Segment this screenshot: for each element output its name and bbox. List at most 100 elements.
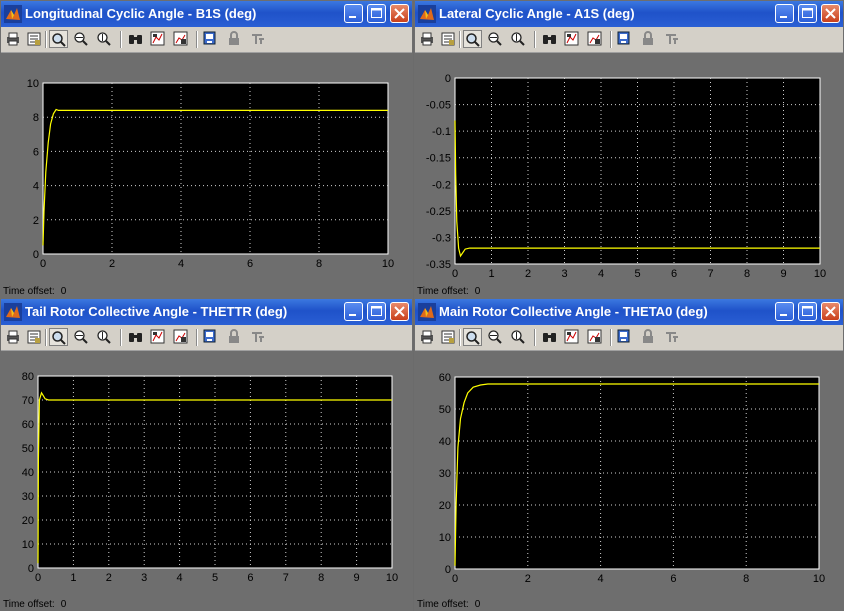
scope-toolbar [415,325,843,351]
floating-scope-button[interactable] [615,328,634,346]
maximize-button[interactable] [798,4,817,23]
y-tick-label: 0 [28,563,34,575]
restore-axes-button[interactable] [586,328,605,346]
y-tick-label: 20 [22,515,34,527]
lock-axes-button[interactable] [639,328,658,346]
minimize-button[interactable] [344,302,363,321]
floating-scope-button[interactable] [615,30,634,48]
close-button[interactable] [390,302,409,321]
matlab-logo-icon [4,303,22,321]
save-axes-button[interactable] [563,30,582,48]
close-icon [394,8,405,19]
minimize-button[interactable] [775,302,794,321]
print-button[interactable] [4,30,23,48]
print-icon [7,32,19,46]
save-axes-button[interactable] [563,328,582,346]
y-tick-label: 30 [439,468,451,480]
zoom-y-button[interactable] [509,30,528,48]
title-bar[interactable]: Main Rotor Collective Angle - THETA0 (de… [415,299,843,325]
zoom-x-button[interactable] [486,328,505,346]
x-tick-label: 4 [598,268,604,280]
x-tick-label: 8 [318,572,324,584]
title-bar[interactable]: Tail Rotor Collective Angle - THETTR (de… [1,299,412,325]
autoscale-binoculars-button[interactable] [541,30,560,48]
title-bar[interactable]: Lateral Cyclic Angle - A1S (deg) [415,1,843,27]
maximize-button[interactable] [367,302,386,321]
toolbar-separator [534,31,536,48]
scope-toolbar [1,325,412,351]
print-setup-button[interactable] [439,328,458,346]
zoom-button[interactable] [49,30,68,48]
floating-scope-button[interactable] [201,30,220,48]
zoom-x-icon [488,32,502,46]
scope-window-b1s: Longitudinal Cyclic Angle - B1S (deg) 0 2… [0,0,413,298]
minimize-icon [349,16,356,18]
y-tick-label: 40 [22,467,34,479]
maximize-icon [802,306,813,316]
restore-axes-button[interactable] [586,30,605,48]
window-title: Tail Rotor Collective Angle - THETTR (de… [25,304,288,319]
close-button[interactable] [821,4,840,23]
print-setup-button[interactable] [25,30,44,48]
close-button[interactable] [821,302,840,321]
minimize-button[interactable] [344,4,363,23]
print-button[interactable] [418,30,437,48]
autoscale-binoculars-button[interactable] [127,30,146,48]
zoom-button[interactable] [49,328,68,346]
floating-scope-button[interactable] [201,328,220,346]
lock-axes-icon [229,329,239,343]
x-tick-label: 10 [814,268,826,280]
zoom-button[interactable] [463,328,482,346]
zoom-button[interactable] [463,30,482,48]
x-tick-label: 0 [452,268,458,280]
signal-selector-button[interactable] [249,328,268,346]
x-tick-label: 5 [634,268,640,280]
zoom-x-button[interactable] [72,30,91,48]
signal-selector-icon [666,332,678,342]
zoom-y-button[interactable] [509,328,528,346]
signal-selector-button[interactable] [249,30,268,48]
lock-axes-button[interactable] [225,30,244,48]
zoom-x-button[interactable] [486,30,505,48]
maximize-button[interactable] [798,302,817,321]
x-tick-label: 1 [488,268,494,280]
scope-plot: 0 2 4 6 8 10 0 10 20 30 40 50 60 [439,372,825,585]
print-setup-button[interactable] [439,30,458,48]
zoom-y-button[interactable] [95,30,114,48]
y-tick-label: -0.35 [426,259,451,271]
restore-axes-button[interactable] [172,30,191,48]
maximize-button[interactable] [367,4,386,23]
zoom-y-icon [97,32,111,46]
minimize-button[interactable] [775,4,794,23]
x-tick-label: 6 [247,572,253,584]
save-axes-button[interactable] [149,30,168,48]
lock-axes-button[interactable] [225,328,244,346]
zoom-y-button[interactable] [95,328,114,346]
y-tick-label: -0.2 [432,179,451,191]
zoom-icon [52,331,66,345]
print-button[interactable] [4,328,23,346]
x-tick-label: 2 [525,268,531,280]
zoom-x-button[interactable] [72,328,91,346]
save-axes-button[interactable] [149,328,168,346]
x-tick-label: 7 [707,268,713,280]
print-button[interactable] [418,328,437,346]
signal-selector-button[interactable] [663,30,682,48]
scope-toolbar [1,27,412,53]
autoscale-binoculars-button[interactable] [127,328,146,346]
autoscale-binoculars-icon [129,35,142,44]
window-title: Lateral Cyclic Angle - A1S (deg) [439,6,635,21]
restore-axes-button[interactable] [172,328,191,346]
y-tick-label: 50 [439,404,451,416]
autoscale-binoculars-button[interactable] [541,328,560,346]
title-bar[interactable]: Longitudinal Cyclic Angle - B1S (deg) [1,1,412,27]
close-button[interactable] [390,4,409,23]
x-tick-label: 8 [743,573,749,585]
toolbar-separator [120,329,122,346]
zoom-x-icon [488,330,502,344]
lock-axes-button[interactable] [639,30,658,48]
y-tick-label: 6 [33,146,39,158]
print-setup-button[interactable] [25,328,44,346]
signal-selector-button[interactable] [663,328,682,346]
print-icon [7,330,19,344]
